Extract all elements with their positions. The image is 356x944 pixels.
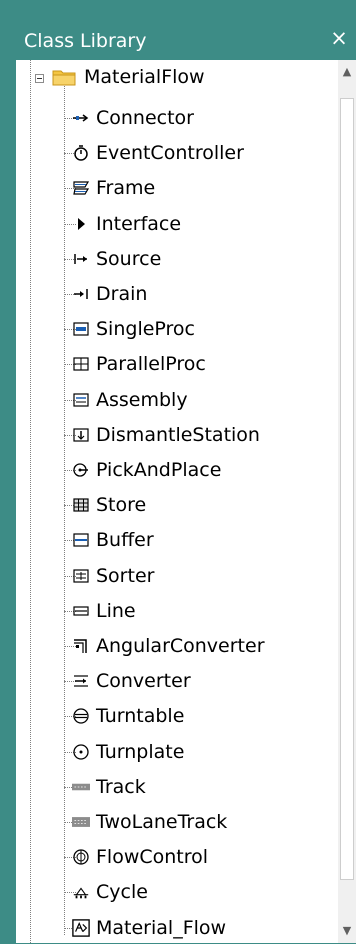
tree-item-two-lane-track[interactable]: TwoLaneTrack [72, 806, 227, 838]
drain-icon [72, 285, 90, 303]
tree-item-label: FlowControl [96, 846, 209, 869]
tree-item-cycle[interactable]: Cycle [72, 876, 148, 908]
tree-item-label: Connector [96, 107, 194, 129]
tree-item-label: Track [96, 775, 146, 798]
tree-item-turntable[interactable]: Turntable [72, 700, 184, 732]
tree-item-label: Assembly [96, 388, 188, 411]
panel-title: Class Library [24, 30, 147, 52]
tree-item-buffer[interactable]: Buffer [72, 524, 154, 556]
cycle-icon [72, 883, 90, 901]
tree-item-track[interactable]: Track [72, 771, 146, 803]
scroll-up-icon[interactable]: ▲ [338, 62, 356, 82]
track-icon [72, 778, 90, 796]
tree-item-drain[interactable]: Drain [72, 278, 147, 310]
root-branch-line [30, 60, 31, 943]
tree-item-label: PickAndPlace [96, 459, 222, 481]
tree-item-label: Store [96, 494, 147, 517]
tree-item-source[interactable]: Source [72, 243, 161, 275]
vertical-scrollbar[interactable]: ▲ ▼ [338, 60, 356, 943]
tree-item-event-controller[interactable]: EventController [72, 137, 244, 169]
tree-item-label: Buffer [96, 529, 154, 552]
tree-item-label: EventController [96, 142, 244, 165]
converter-icon [72, 672, 90, 690]
children-branch-line [64, 86, 65, 935]
tree-item-turnplate[interactable]: Turnplate [72, 736, 184, 768]
tree-item-label: Interface [96, 212, 182, 235]
two-lane-track-icon [72, 813, 90, 831]
single-proc-icon [72, 320, 90, 338]
tree-item-flow-control[interactable]: FlowControl [72, 841, 208, 873]
tree-item-parallel-proc[interactable]: ParallelProc [72, 348, 206, 380]
dismantle-station-icon [72, 426, 90, 444]
tree-item-frame[interactable]: Frame [72, 172, 155, 204]
tree-item-interface[interactable]: Interface [72, 208, 181, 240]
tree-item-label: Turntable [96, 705, 185, 728]
connector-icon [72, 109, 90, 127]
tree-item-pick-and-place[interactable]: PickAndPlace [72, 454, 221, 486]
tree-item-label: Source [96, 247, 162, 270]
scroll-down-icon[interactable]: ▼ [338, 921, 356, 941]
parallel-proc-icon [72, 355, 90, 373]
frame-icon [72, 179, 90, 197]
tree-item-label: Converter [96, 670, 191, 693]
tree-item-assembly[interactable]: Assembly [72, 384, 188, 416]
folder-icon [52, 70, 76, 86]
material-flow-icon [72, 918, 90, 937]
tree-root-label[interactable]: MaterialFlow [84, 66, 205, 88]
collapse-toggle[interactable] [35, 74, 44, 83]
interface-icon [72, 215, 90, 233]
tree-item-label: DismantleStation [96, 423, 260, 446]
tree-item-label: Sorter [96, 564, 155, 587]
tree-item-angular-converter[interactable]: AngularConverter [72, 630, 265, 662]
tree-item-store[interactable]: Store [72, 489, 146, 521]
tree-item-label: Drain [96, 283, 148, 305]
line-icon [72, 602, 90, 620]
tree-item-label: ParallelProc [96, 353, 206, 376]
tree-item-label: AngularConverter [96, 635, 265, 657]
tree-item-line[interactable]: Line [72, 595, 136, 627]
close-icon[interactable]: × [330, 27, 348, 49]
tree-item-label: Material_Flow [96, 916, 227, 939]
assembly-icon [72, 391, 90, 409]
tree-item-label: Cycle [96, 881, 148, 904]
tree-item-label: TwoLaneTrack [96, 811, 228, 833]
tree-item-label: Turnplate [96, 740, 185, 763]
angular-converter-icon [72, 637, 90, 655]
tree-item-single-proc[interactable]: SingleProc [72, 313, 195, 345]
tree-item-label: Frame [96, 177, 156, 200]
class-library-panel: Class Library × MaterialFlow Connector Ev… [0, 0, 356, 943]
turnplate-icon [72, 743, 90, 761]
tree-item-sorter[interactable]: Sorter [72, 560, 154, 592]
turntable-icon [72, 707, 90, 725]
tree-item-dismantle-station[interactable]: DismantleStation [72, 419, 260, 451]
tree-item-label: SingleProc [96, 318, 195, 341]
tree-item-label: Line [96, 599, 136, 622]
tree-item-converter[interactable]: Converter [72, 665, 191, 697]
sorter-icon [72, 567, 90, 585]
store-icon [72, 496, 90, 514]
pick-and-place-icon [72, 461, 90, 479]
buffer-icon [72, 531, 90, 549]
scroll-thumb[interactable] [340, 98, 354, 880]
flow-control-icon [72, 848, 90, 866]
title-bar: Class Library × [0, 0, 356, 52]
left-strip [0, 60, 16, 943]
tree-item-connector[interactable]: Connector [72, 102, 194, 134]
tree-item-material-flow[interactable]: Material_Flow [72, 912, 226, 944]
source-icon [72, 250, 90, 268]
event-controller-icon [72, 144, 90, 162]
